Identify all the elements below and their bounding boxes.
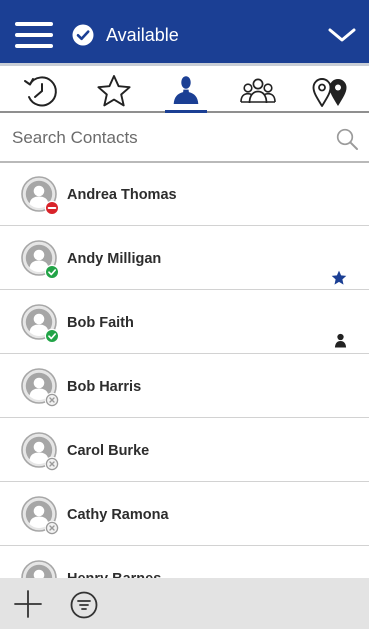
person-icon xyxy=(173,76,199,104)
tab-recent[interactable] xyxy=(9,69,75,113)
avatar xyxy=(21,304,60,344)
star-outline-icon xyxy=(97,75,131,107)
contact-row[interactable]: Bob Harris xyxy=(0,355,369,418)
contact-name: Henry Barnes xyxy=(67,571,161,578)
avatar xyxy=(21,496,60,536)
search-input[interactable] xyxy=(12,123,322,153)
favorite-star-icon xyxy=(331,270,347,285)
contact-name: Bob Faith xyxy=(67,315,134,331)
search-icon[interactable] xyxy=(335,127,359,151)
contact-name: Carol Burke xyxy=(67,443,150,459)
bottom-toolbar xyxy=(0,578,369,629)
search-bar xyxy=(0,115,369,163)
filter-icon[interactable] xyxy=(70,591,98,619)
group-icon xyxy=(240,78,276,104)
avatar xyxy=(21,368,60,408)
avatar xyxy=(21,176,60,216)
tab-contacts[interactable] xyxy=(153,69,219,113)
contact-name: Cathy Ramona xyxy=(67,507,169,523)
contact-list: Andrea Thomas Andy Milligan Bob Faith Bob H… xyxy=(0,163,369,578)
app-header: Available xyxy=(0,0,369,66)
chevron-down-icon[interactable] xyxy=(327,25,357,45)
plus-icon[interactable] xyxy=(13,589,43,619)
contact-row[interactable]: Andrea Thomas xyxy=(0,163,369,226)
contact-name: Andy Milligan xyxy=(67,251,162,267)
status-label: Available xyxy=(106,24,179,45)
tab-groups[interactable] xyxy=(225,69,291,113)
contact-name: Bob Harris xyxy=(67,379,142,395)
checkmark-circle-icon xyxy=(72,24,94,46)
contact-row[interactable]: Andy Milligan xyxy=(0,227,369,290)
location-pins-icon xyxy=(312,78,347,107)
history-clock-icon xyxy=(24,76,57,107)
contact-row[interactable]: Cathy Ramona xyxy=(0,483,369,546)
contact-row[interactable]: Henry Barnes xyxy=(0,547,369,578)
presence-status-selector[interactable]: Available xyxy=(72,22,179,48)
contact-row[interactable]: Carol Burke xyxy=(0,419,369,482)
tab-bar xyxy=(0,69,369,113)
avatar xyxy=(21,560,57,578)
avatar xyxy=(21,432,60,472)
tab-favorites[interactable] xyxy=(81,69,147,113)
tab-locations[interactable] xyxy=(297,69,363,113)
person-icon xyxy=(334,333,347,348)
avatar xyxy=(21,240,60,280)
hamburger-menu-icon[interactable] xyxy=(15,22,53,48)
contact-name: Andrea Thomas xyxy=(67,187,177,203)
contact-row[interactable]: Bob Faith xyxy=(0,291,369,354)
